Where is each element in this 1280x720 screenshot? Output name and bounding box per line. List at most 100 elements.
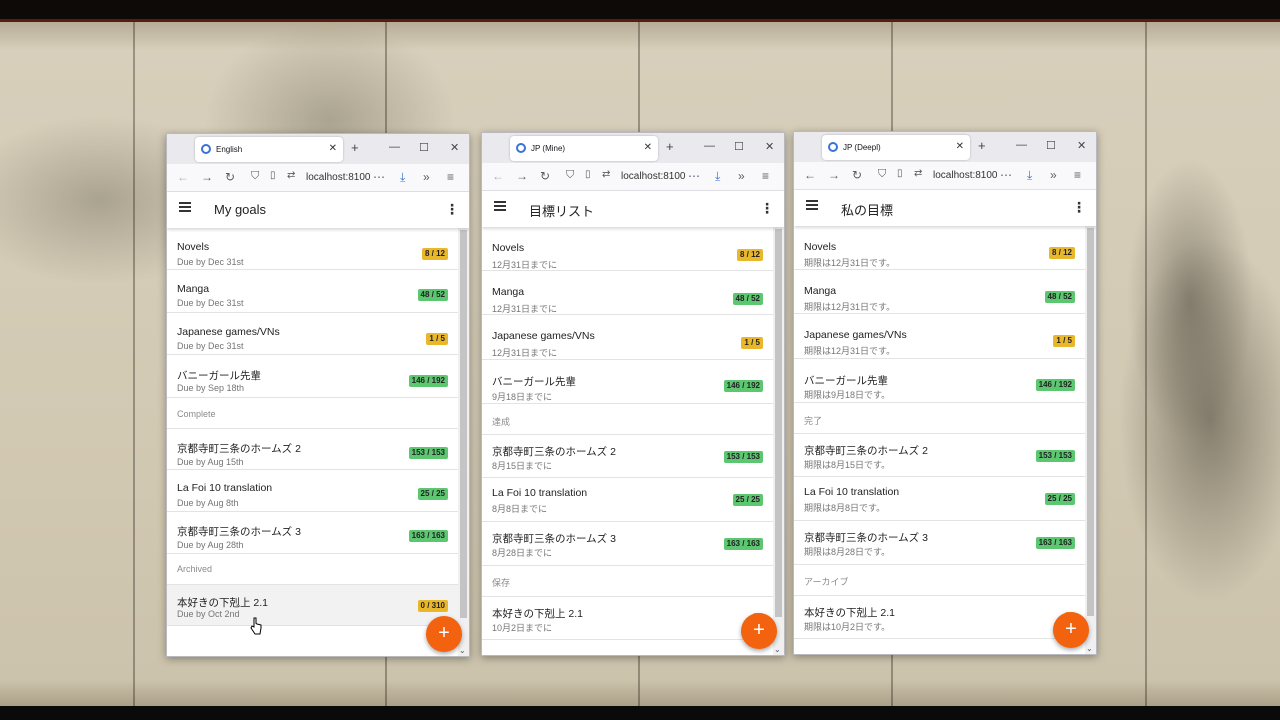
- page-actions-icon[interactable]: ⋯: [373, 170, 385, 184]
- new-tab-icon[interactable]: +: [351, 140, 359, 155]
- goal-item[interactable]: Japanese games/VNs 12月31日までに 1 / 5: [482, 315, 773, 360]
- url-field[interactable]: localhost:8100: [933, 170, 998, 181]
- goal-item[interactable]: 本好きの下剋上 2.1 Due by Oct 2nd 0 / 310: [167, 584, 458, 626]
- scrollbar[interactable]: ⌄: [773, 227, 784, 655]
- minimize-icon[interactable]: —: [1016, 139, 1027, 151]
- goal-item[interactable]: Novels 期限は12月31日です。 8 / 12: [794, 226, 1085, 270]
- scroll-thumb[interactable]: [775, 229, 782, 617]
- overflow-icon[interactable]: »: [738, 169, 745, 183]
- progress-badge: 1 / 5: [426, 333, 448, 345]
- overflow-icon[interactable]: »: [1050, 168, 1057, 182]
- scroll-down-icon[interactable]: ⌄: [774, 645, 781, 654]
- goal-item[interactable]: Novels 12月31日までに 8 / 12: [482, 227, 773, 271]
- hamburger-menu-icon[interactable]: [806, 200, 818, 210]
- goal-item[interactable]: Novels Due by Dec 31st 8 / 12: [167, 228, 458, 270]
- back-icon[interactable]: ←: [177, 170, 189, 184]
- goal-item[interactable]: La Foi 10 translation 8月8日までに 25 / 25: [482, 478, 773, 522]
- goal-item[interactable]: Japanese games/VNs 期限は12月31日です。 1 / 5: [794, 314, 1085, 359]
- app-menu-icon[interactable]: ≡: [447, 170, 454, 184]
- goal-item[interactable]: La Foi 10 translation 期限は8月8日です。 25 / 25: [794, 477, 1085, 521]
- hamburger-menu-icon[interactable]: [179, 202, 191, 212]
- goal-item[interactable]: Manga 12月31日までに 48 / 52: [482, 271, 773, 315]
- goal-item[interactable]: 京都寺町三条のホームズ 2 8月15日までに 153 / 153: [482, 434, 773, 478]
- hamburger-menu-icon[interactable]: [494, 201, 506, 211]
- forward-icon[interactable]: →: [201, 170, 213, 184]
- scroll-down-icon[interactable]: ⌄: [1086, 644, 1093, 653]
- back-icon[interactable]: ←: [804, 168, 816, 182]
- goal-item[interactable]: バニーガール先輩 9月18日までに 146 / 192: [482, 360, 773, 404]
- maximize-icon[interactable]: ☐: [734, 140, 744, 153]
- scrollbar[interactable]: ⌄: [1085, 226, 1096, 654]
- add-goal-button[interactable]: +: [426, 616, 462, 652]
- back-icon[interactable]: ←: [492, 169, 504, 183]
- maximize-icon[interactable]: ☐: [419, 141, 429, 154]
- goal-item[interactable]: 京都寺町三条のホームズ 3 期限は8月28日です。 163 / 163: [794, 521, 1085, 565]
- close-window-icon[interactable]: ✕: [765, 140, 774, 153]
- goal-item[interactable]: 本好きの下剋上 2.1 10月2日までに 0: [482, 596, 773, 640]
- kebab-menu-icon[interactable]: ⋮: [760, 200, 774, 217]
- download-icon[interactable]: ⤓: [400, 170, 405, 185]
- page-actions-icon[interactable]: ⋯: [688, 169, 700, 183]
- add-goal-button[interactable]: +: [741, 613, 777, 649]
- scroll-thumb[interactable]: [1087, 228, 1094, 616]
- scrollbar[interactable]: ⌄: [458, 228, 469, 656]
- reload-icon[interactable]: ↻: [852, 168, 862, 182]
- minimize-icon[interactable]: —: [704, 140, 715, 152]
- shield-icon[interactable]: ⛉: [878, 168, 886, 181]
- new-tab-icon[interactable]: +: [978, 138, 986, 153]
- goal-item[interactable]: 京都寺町三条のホームズ 3 8月28日までに 163 / 163: [482, 522, 773, 566]
- url-field[interactable]: localhost:8100: [306, 172, 371, 183]
- reload-icon[interactable]: ↻: [225, 170, 235, 184]
- goal-title: Manga: [177, 283, 210, 295]
- permissions-icon[interactable]: ⇄: [602, 169, 610, 180]
- goal-item[interactable]: La Foi 10 translation Due by Aug 8th 25 …: [167, 470, 458, 512]
- url-field[interactable]: localhost:8100: [621, 171, 686, 182]
- forward-icon[interactable]: →: [516, 169, 528, 183]
- kebab-menu-icon[interactable]: ⋮: [445, 201, 459, 218]
- forward-icon[interactable]: →: [828, 168, 840, 182]
- minimize-icon[interactable]: —: [389, 141, 400, 153]
- overflow-icon[interactable]: »: [423, 170, 430, 184]
- kebab-menu-icon[interactable]: ⋮: [1072, 199, 1086, 216]
- page-actions-icon[interactable]: ⋯: [1000, 168, 1012, 182]
- download-icon[interactable]: ⤓: [1027, 168, 1032, 183]
- goal-item[interactable]: 京都寺町三条のホームズ 2 期限は8月15日です。 153 / 153: [794, 433, 1085, 477]
- tab-label: JP (Deepl): [843, 143, 881, 152]
- goal-item[interactable]: 本好きの下剋上 2.1 期限は10月2日です。 0: [794, 595, 1085, 639]
- reload-icon[interactable]: ↻: [540, 169, 550, 183]
- browser-tab[interactable]: JP (Mine) ✕: [510, 136, 658, 161]
- new-tab-icon[interactable]: +: [666, 139, 674, 154]
- page-icon[interactable]: ▯: [270, 170, 276, 181]
- goal-item[interactable]: Japanese games/VNs Due by Dec 31st 1 / 5: [167, 313, 458, 355]
- app-menu-icon[interactable]: ≡: [762, 169, 769, 183]
- close-window-icon[interactable]: ✕: [450, 141, 459, 154]
- progress-badge: 8 / 12: [1048, 247, 1075, 259]
- maximize-icon[interactable]: ☐: [1046, 139, 1056, 152]
- browser-tab[interactable]: JP (Deepl) ✕: [822, 135, 970, 160]
- close-window-icon[interactable]: ✕: [1077, 139, 1086, 152]
- download-icon[interactable]: ⤓: [715, 169, 720, 184]
- goal-item[interactable]: 京都寺町三条のホームズ 3 Due by Aug 28th 163 / 163: [167, 512, 458, 554]
- permissions-icon[interactable]: ⇄: [914, 168, 922, 179]
- page-icon[interactable]: ▯: [897, 168, 903, 179]
- close-tab-icon[interactable]: ✕: [329, 143, 337, 154]
- add-goal-button[interactable]: +: [1053, 612, 1089, 648]
- goal-title: 京都寺町三条のホームズ 3: [492, 533, 616, 545]
- progress-badge: 1 / 5: [741, 337, 763, 349]
- scroll-down-icon[interactable]: ⌄: [459, 646, 466, 655]
- close-tab-icon[interactable]: ✕: [644, 142, 652, 153]
- scroll-thumb[interactable]: [460, 230, 467, 618]
- shield-icon[interactable]: ⛉: [566, 169, 574, 182]
- goal-item[interactable]: バニーガール先輩 期限は9月18日です。 146 / 192: [794, 359, 1085, 403]
- browser-tab[interactable]: English ✕: [195, 137, 343, 162]
- goal-item[interactable]: バニーガール先輩 Due by Sep 18th 146 / 192: [167, 355, 458, 398]
- permissions-icon[interactable]: ⇄: [287, 170, 295, 181]
- shield-icon[interactable]: ⛉: [251, 170, 259, 183]
- goal-item[interactable]: Manga 期限は12月31日です。 48 / 52: [794, 270, 1085, 314]
- goal-item[interactable]: Manga Due by Dec 31st 48 / 52: [167, 270, 458, 313]
- top-letterbox: [0, 0, 1280, 22]
- goal-item[interactable]: 京都寺町三条のホームズ 2 Due by Aug 15th 153 / 153: [167, 428, 458, 470]
- close-tab-icon[interactable]: ✕: [956, 141, 964, 152]
- app-menu-icon[interactable]: ≡: [1074, 168, 1081, 182]
- page-icon[interactable]: ▯: [585, 169, 591, 180]
